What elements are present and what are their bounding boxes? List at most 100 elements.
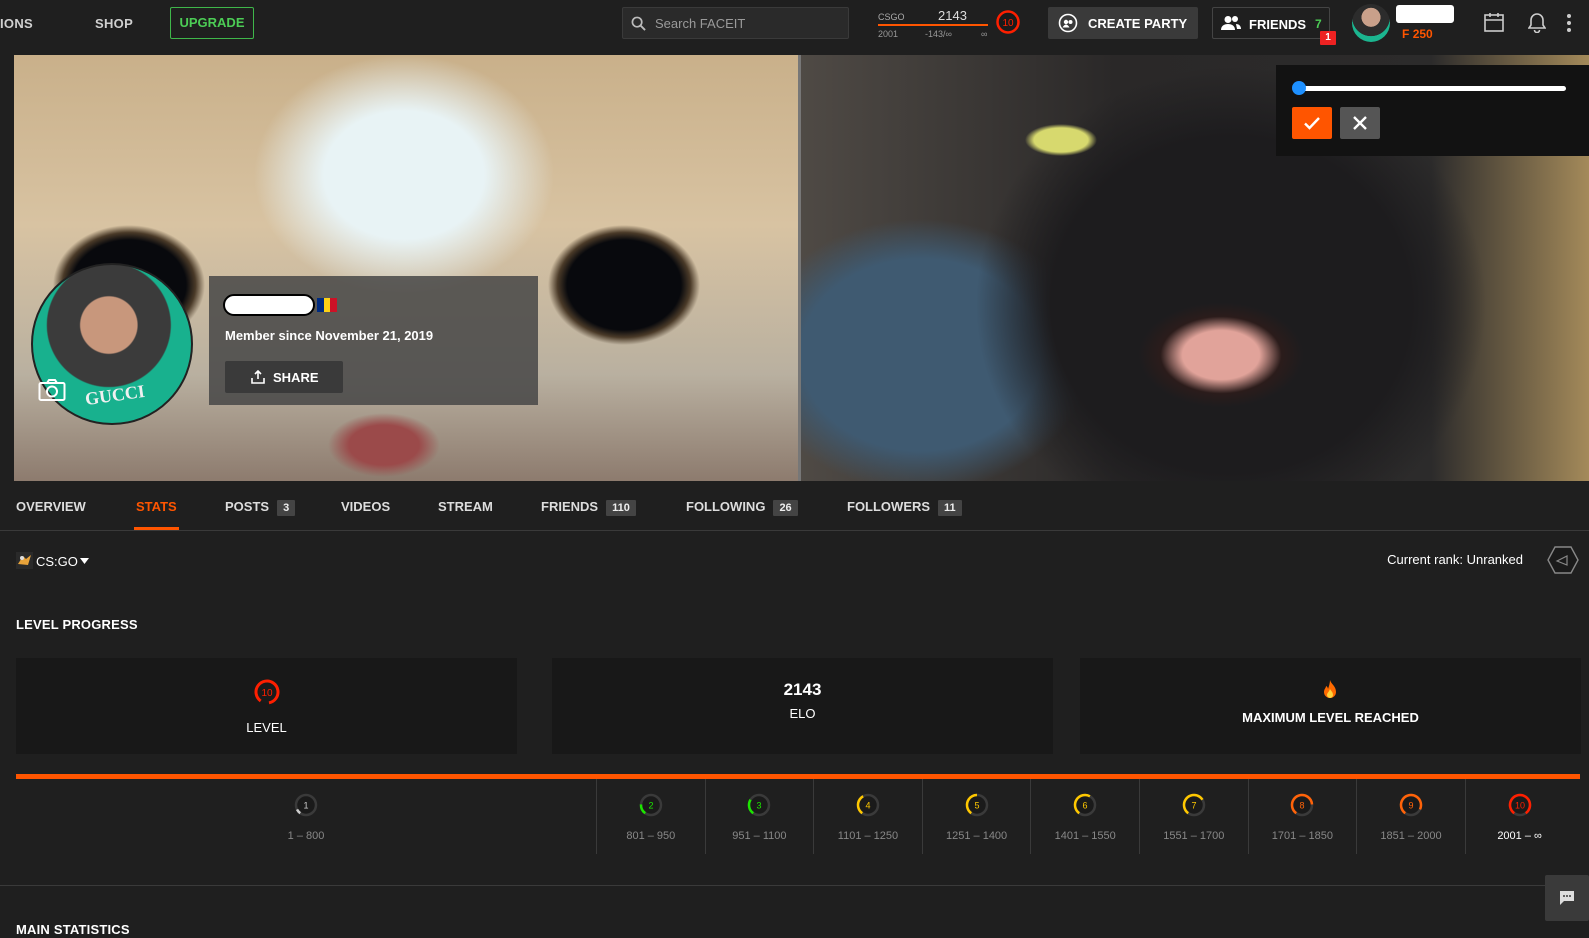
flag-stripe-1 <box>317 298 324 312</box>
tab-following[interactable]: FOLLOWING 26 <box>686 499 798 516</box>
level-number: 10 <box>1515 801 1525 811</box>
level-10-icon: 10 <box>1508 793 1531 817</box>
share-label: SHARE <box>273 370 319 385</box>
level-9-icon: 9 <box>1399 793 1423 817</box>
level-number: 5 <box>974 801 979 811</box>
create-party-button[interactable]: CREATE PARTY <box>1048 7 1198 39</box>
tab-followers[interactable]: FOLLOWERS 11 <box>847 499 962 516</box>
bell-icon[interactable] <box>1528 13 1546 33</box>
elo-card: 2143 ELO <box>552 658 1053 754</box>
level-10-icon: 10 <box>254 679 280 705</box>
tab-label: VIDEOS <box>341 499 391 514</box>
chat-button[interactable] <box>1545 875 1589 921</box>
points-value: 250 <box>1412 27 1433 41</box>
level-range-label: 1401 – 1550 <box>1054 830 1116 842</box>
level-3-icon: 3 <box>748 793 771 817</box>
level-8-icon: 8 <box>1291 793 1314 817</box>
level-number: 4 <box>865 801 870 811</box>
level-7-icon: 7 <box>1182 793 1206 817</box>
flag-stripe-2 <box>323 298 331 312</box>
current-rank: Current rank: Unranked <box>1387 552 1523 567</box>
share-icon <box>251 370 265 384</box>
tab-label: STATS <box>136 499 177 514</box>
camera-icon[interactable] <box>38 378 66 402</box>
tab-count-badge: 11 <box>938 500 962 516</box>
nav-missions[interactable]: IONS <box>0 16 33 31</box>
friends-online-count: 7 <box>1315 17 1322 31</box>
profile-info-card: Member since November 21, 2019 SHARE <box>209 276 538 405</box>
level-card: 10 LEVEL <box>16 658 517 754</box>
tab-label: STREAM <box>438 499 493 514</box>
faceit-points[interactable]: F 250 <box>1402 27 1433 41</box>
level-number: 1 <box>303 801 308 811</box>
friends-button[interactable]: FRIENDS 7 <box>1212 7 1330 39</box>
tab-stats[interactable]: STATS <box>136 499 177 514</box>
elo-widget[interactable]: CSGO 2143 2001 -143/∞ ∞ 10 <box>878 6 1020 42</box>
level-10-icon: 10 <box>996 10 1020 34</box>
level-number: 6 <box>1083 801 1088 811</box>
elo-min: 2001 <box>878 29 899 39</box>
level-card-label: LEVEL <box>246 720 287 735</box>
close-icon <box>1353 116 1367 130</box>
level-range-10: 10 2001 – ∞ <box>1464 779 1574 854</box>
level-range-label: 1 – 800 <box>287 830 325 842</box>
csgo-game-icon <box>16 552 33 569</box>
level-range-7: 7 1551 – 1700 <box>1139 779 1248 854</box>
level-number: 3 <box>757 801 762 811</box>
tab-label: OVERVIEW <box>16 499 86 514</box>
level-5-icon: 5 <box>965 793 988 817</box>
level-progress-title: LEVEL PROGRESS <box>16 617 138 632</box>
level-range-9: 9 1851 – 2000 <box>1356 779 1465 854</box>
tab-videos[interactable]: VIDEOS <box>341 499 390 514</box>
active-tab-indicator <box>134 527 179 530</box>
flag-stripe-3 <box>330 298 338 312</box>
tab-overview[interactable]: OVERVIEW <box>16 499 86 514</box>
zoom-slider-track[interactable] <box>1294 86 1566 91</box>
elo-game: CSGO <box>878 12 905 22</box>
tab-posts[interactable]: POSTS 3 <box>225 499 296 516</box>
main-statistics-title: MAIN STATISTICS <box>16 922 130 937</box>
level-range-5: 5 1251 – 1400 <box>921 779 1031 854</box>
nav-shop[interactable]: SHOP <box>95 16 133 31</box>
calendar-icon[interactable] <box>1484 13 1504 32</box>
search-icon <box>631 16 646 31</box>
level-number: 7 <box>1191 801 1196 811</box>
game-selector-label: CS:GO <box>36 554 78 569</box>
level-number: 2 <box>648 801 653 811</box>
points-icon: F <box>1402 27 1410 41</box>
level-range-label: 801 – 950 <box>626 830 676 842</box>
level-card-value: 10 <box>261 688 273 699</box>
tab-label: POSTS <box>225 499 270 514</box>
elo-bar <box>878 24 988 26</box>
level-range-1: 1 1 – 800 <box>16 779 596 854</box>
user-avatar[interactable] <box>1352 4 1390 42</box>
level-range-2: 2 801 – 950 <box>596 779 705 854</box>
search-box[interactable] <box>622 7 849 39</box>
elo-value: 2143 <box>938 8 967 23</box>
tab-friends[interactable]: FRIENDS 110 <box>541 499 636 516</box>
confirm-button[interactable] <box>1292 107 1332 139</box>
upgrade-button[interactable]: UPGRADE <box>170 7 254 39</box>
more-options-icon[interactable] <box>1566 13 1572 33</box>
check-icon <box>1304 117 1320 130</box>
cancel-button[interactable] <box>1340 107 1380 139</box>
level-range-label: 1251 – 1400 <box>946 830 1008 842</box>
share-button[interactable]: SHARE <box>225 361 343 393</box>
friends-icon <box>1221 16 1241 30</box>
username-redacted <box>1396 5 1454 23</box>
elo-max: ∞ <box>981 29 988 39</box>
create-party-label: CREATE PARTY <box>1088 16 1188 31</box>
level-number: 9 <box>1408 801 1413 811</box>
search-input[interactable] <box>655 8 845 38</box>
tab-stream[interactable]: STREAM <box>438 499 493 514</box>
game-selector[interactable]: CS:GO <box>16 552 96 570</box>
tab-label: FRIENDS <box>541 499 599 514</box>
level-range-label: 1851 – 2000 <box>1380 830 1442 842</box>
zoom-slider-thumb[interactable] <box>1292 81 1306 95</box>
level-range-6: 6 1401 – 1550 <box>1030 779 1139 854</box>
friends-label: FRIENDS <box>1249 17 1307 32</box>
top-bar: IONS SHOP UPGRADE CSGO 2143 2001 -143/∞ … <box>0 0 1589 46</box>
tab-label: FOLLOWERS <box>847 499 931 514</box>
nickname-redacted <box>223 294 315 316</box>
level-6-icon: 6 <box>1073 793 1097 817</box>
